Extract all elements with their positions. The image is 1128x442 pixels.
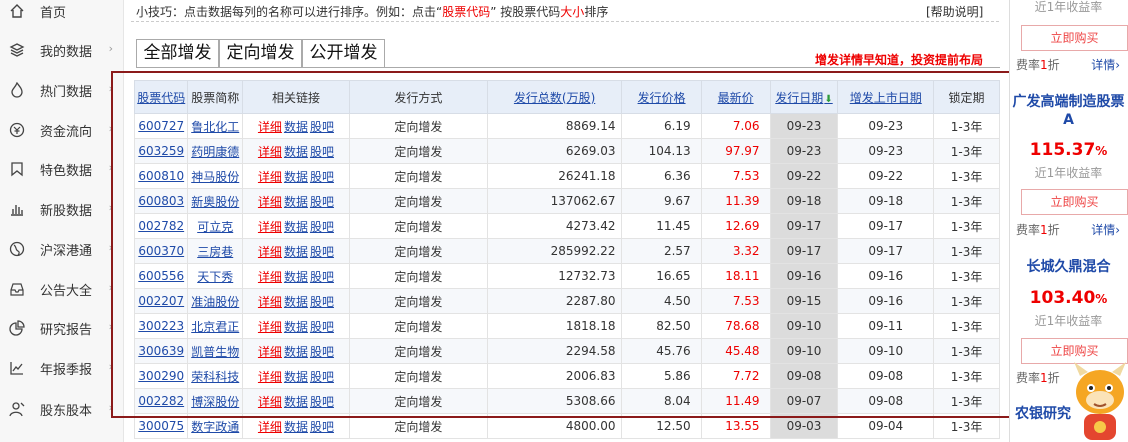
- tab-all-offering[interactable]: 全部增发: [136, 39, 219, 68]
- tip-prefix: 小技巧：点击数据每列的名称可以进行排序。例如：点击: [136, 5, 437, 19]
- divider: [131, 21, 999, 22]
- fee-value-3: 1: [1040, 371, 1048, 385]
- help-link[interactable]: [帮助说明]: [926, 3, 983, 20]
- fund-name-1[interactable]: 广发高端制造股票A: [1009, 93, 1128, 129]
- detail-link[interactable]: 详细: [258, 420, 282, 434]
- sidebar-item-label: 我的数据: [40, 44, 93, 60]
- sidebar-item-4[interactable]: 特色数据 ›: [0, 149, 124, 189]
- sidebar-item-8[interactable]: 研究报告 ›: [0, 308, 124, 348]
- sidebar-item-0[interactable]: 首页: [0, 0, 124, 31]
- fee-prefix-2: 费率: [1016, 223, 1041, 237]
- globe-icon: [9, 241, 25, 257]
- sidebar-item-label: 股东股本: [40, 403, 93, 419]
- bookmark-icon: [9, 161, 25, 177]
- fund-return-label-2: 近1年收益率: [1034, 314, 1103, 328]
- buy-button-1[interactable]: 立即购买: [1021, 25, 1128, 51]
- fee-value: 1: [1040, 58, 1048, 72]
- fee-suffix-3: 折: [1047, 371, 1060, 385]
- sidebar-item-9[interactable]: 年报季报 ›: [0, 348, 124, 388]
- bar-chart-icon: [9, 201, 25, 217]
- fund-return-2-unit: %: [1095, 292, 1108, 306]
- sort-tip: 小技巧：点击数据每列的名称可以进行排序。例如：点击“股票代码” 按股票代码大小排…: [136, 3, 608, 20]
- detail-link-1[interactable]: 详情›: [1091, 56, 1120, 73]
- user-icon: [9, 401, 25, 417]
- sidebar-item-label: 公告大全: [40, 283, 93, 299]
- sidebar-item-6[interactable]: 沪深港通 ›: [0, 229, 124, 269]
- fund-return-1-value: 115.37: [1029, 140, 1096, 160]
- data-link[interactable]: 数据: [284, 420, 308, 434]
- fund-return-label-1: 近1年收益率: [1034, 166, 1103, 180]
- sidebar-item-5[interactable]: 新股数据 ›: [0, 189, 124, 229]
- mascot-icon[interactable]: [1072, 352, 1128, 442]
- tab-private-placement[interactable]: 定向增发: [219, 39, 302, 68]
- fund-return-1-unit: %: [1095, 144, 1108, 158]
- left-sidebar: 首页 我的数据 › 热门数据 › 资金流向 › 特色数据 › 新股数据 › 沪深港通 › 公告大全 › 研究报…: [0, 0, 124, 442]
- fee-suffix: 折: [1047, 58, 1060, 72]
- yen-circle-icon: [9, 122, 25, 138]
- fund-name-2[interactable]: 长城久鼎混合: [1009, 258, 1128, 276]
- chevron-right-icon: ›: [108, 42, 113, 55]
- forum-link[interactable]: 股吧: [310, 420, 334, 434]
- pie-chart-icon: [9, 320, 25, 336]
- sidebar-item-label: 研究报告: [40, 322, 93, 338]
- tab-public-offering[interactable]: 公开增发: [302, 39, 385, 68]
- sidebar-item-label: 沪深港通: [40, 243, 93, 259]
- inbox-icon: [9, 281, 25, 297]
- promo-link[interactable]: 增发详情早知道，投资提前布局: [815, 51, 983, 68]
- fee-prefix: 费率: [1016, 58, 1041, 72]
- tip-highlight-code: 股票代码: [442, 5, 491, 19]
- flame-icon: [9, 82, 25, 98]
- buy-button-2[interactable]: 立即购买: [1021, 189, 1128, 215]
- tip-highlight-size: 大小: [560, 5, 585, 19]
- sidebar-item-label: 特色数据: [40, 163, 93, 179]
- sidebar-item-3[interactable]: 资金流向 ›: [0, 110, 124, 150]
- sidebar-item-1[interactable]: 我的数据 ›: [0, 30, 124, 70]
- fund-return-1: 115.37%: [1009, 140, 1128, 160]
- home-icon: [9, 3, 25, 19]
- fee-suffix-2: 折: [1047, 223, 1060, 237]
- fee-row-1: 费率1折 详情›: [1016, 56, 1128, 73]
- sidebar-item-2[interactable]: 热门数据 ›: [0, 70, 124, 110]
- tip-middle: 按股票代码: [496, 5, 561, 19]
- sidebar-item-label: 首页: [40, 5, 67, 21]
- detail-link-2[interactable]: 详情›: [1091, 221, 1120, 238]
- highlight-frame: [111, 71, 1022, 418]
- line-chart-icon: [9, 360, 25, 376]
- sidebar-item-7[interactable]: 公告大全 ›: [0, 269, 124, 309]
- tip-suffix: 排序: [584, 5, 609, 19]
- sidebar-item-label: 年报季报: [40, 362, 93, 378]
- fund-return-2-value: 103.40: [1029, 288, 1096, 308]
- sidebar-item-10[interactable]: 股东股本 ›: [0, 389, 124, 429]
- fund-return-2: 103.40%: [1009, 288, 1128, 308]
- fee-prefix-3: 费率: [1016, 371, 1041, 385]
- sidebar-item-label: 资金流向: [40, 124, 93, 140]
- page-root: 首页 我的数据 › 热门数据 › 资金流向 › 特色数据 › 新股数据 › 沪深港通 › 公告大全 › 研究报…: [0, 0, 1128, 442]
- fee-value-2: 1: [1040, 223, 1048, 237]
- layers-icon: [9, 42, 25, 58]
- fund-return-label-top: 近1年收益率: [1034, 0, 1103, 14]
- sidebar-item-label: 新股数据: [40, 203, 93, 219]
- sidebar-item-label: 热门数据: [40, 84, 93, 100]
- fee-row-2: 费率1折 详情›: [1016, 221, 1128, 238]
